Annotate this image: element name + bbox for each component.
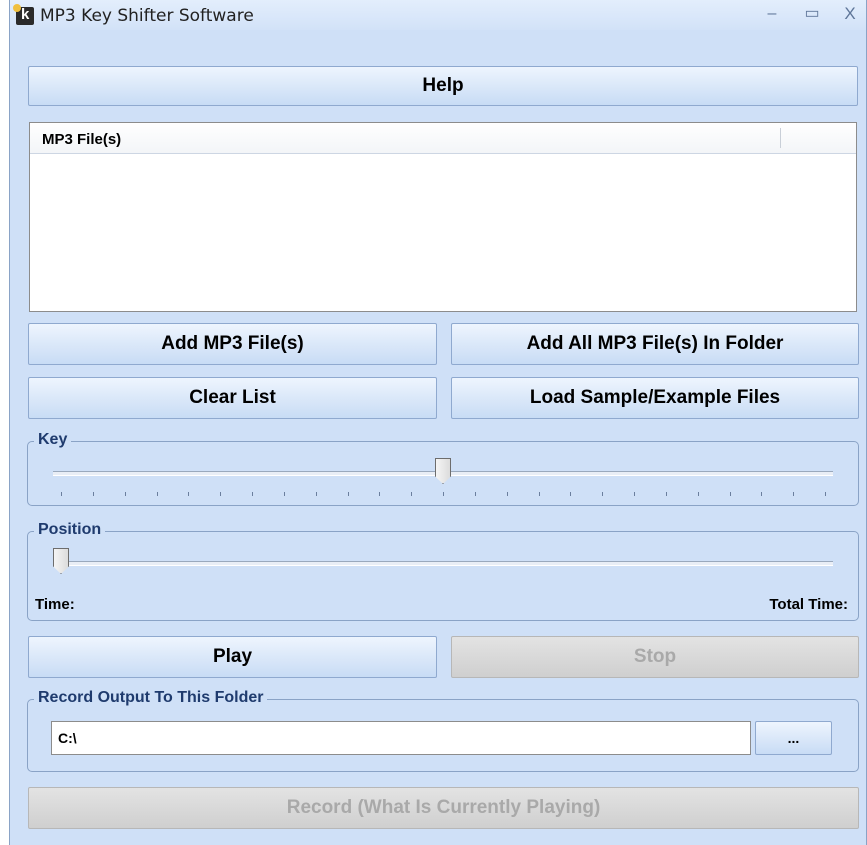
key-slider-tick bbox=[443, 492, 444, 496]
key-slider-tick bbox=[474, 492, 476, 496]
key-slider-tick bbox=[665, 492, 667, 496]
browse-folder-button[interactable]: ... bbox=[755, 721, 832, 755]
key-slider-tick bbox=[729, 492, 731, 496]
key-slider-tick bbox=[156, 492, 158, 496]
key-slider-tick bbox=[634, 492, 635, 496]
key-slider-tick bbox=[252, 492, 253, 496]
key-slider-thumb[interactable] bbox=[435, 458, 451, 484]
list-header: MP3 File(s) bbox=[30, 123, 856, 154]
key-slider-tick bbox=[602, 492, 604, 496]
key-slider-tick bbox=[188, 492, 190, 496]
maximize-button[interactable]: ▭ bbox=[801, 4, 823, 24]
key-slider-tick bbox=[283, 492, 285, 496]
add-folder-button[interactable]: Add All MP3 File(s) In Folder bbox=[451, 323, 859, 365]
key-slider-tick bbox=[220, 492, 222, 496]
main-window: MP3 Key Shifter Software – ▭ X Help MP3 … bbox=[9, 0, 867, 845]
output-folder-input[interactable]: C:\ bbox=[51, 721, 751, 755]
key-slider-tick bbox=[761, 492, 763, 496]
key-slider-tick bbox=[825, 492, 826, 496]
time-label: Time: bbox=[35, 596, 75, 613]
minimize-button[interactable]: – bbox=[761, 4, 783, 24]
load-samples-button[interactable]: Load Sample/Example Files bbox=[451, 377, 859, 419]
position-slider-thumb[interactable] bbox=[53, 548, 69, 574]
key-slider-tick bbox=[411, 492, 413, 496]
key-slider-tick bbox=[315, 492, 317, 496]
key-slider-tick bbox=[347, 492, 349, 496]
app-icon bbox=[13, 4, 34, 25]
record-output-label: Record Output To This Folder bbox=[34, 689, 268, 707]
column-header-mp3-files[interactable]: MP3 File(s) bbox=[42, 131, 121, 148]
position-slider-track[interactable] bbox=[53, 561, 833, 566]
window-title: MP3 Key Shifter Software bbox=[40, 6, 254, 26]
key-slider-tick bbox=[538, 492, 540, 496]
key-slider-tick bbox=[124, 492, 126, 496]
position-group: Position Time: Total Time: bbox=[27, 521, 859, 621]
column-divider[interactable] bbox=[780, 128, 781, 148]
play-button[interactable]: Play bbox=[28, 636, 437, 678]
close-button[interactable]: X bbox=[839, 4, 861, 24]
add-mp3-files-button[interactable]: Add MP3 File(s) bbox=[28, 323, 437, 365]
record-button[interactable]: Record (What Is Currently Playing) bbox=[28, 787, 859, 829]
key-group: Key bbox=[27, 431, 859, 506]
stop-button[interactable]: Stop bbox=[451, 636, 859, 678]
key-slider-tick bbox=[92, 492, 94, 496]
help-button[interactable]: Help bbox=[28, 66, 858, 106]
key-slider-tick bbox=[61, 492, 62, 496]
key-slider-tick bbox=[506, 492, 508, 496]
clear-list-button[interactable]: Clear List bbox=[28, 377, 437, 419]
key-group-label: Key bbox=[34, 431, 72, 449]
key-slider-tick bbox=[379, 492, 381, 496]
title-bar[interactable]: MP3 Key Shifter Software – ▭ X bbox=[10, 0, 866, 30]
key-slider-tick bbox=[793, 492, 795, 496]
position-group-label: Position bbox=[34, 521, 106, 539]
key-slider-tick bbox=[570, 492, 572, 496]
mp3-file-list[interactable]: MP3 File(s) bbox=[29, 122, 857, 312]
key-slider-tick bbox=[697, 492, 699, 496]
total-time-label: Total Time: bbox=[769, 596, 848, 613]
